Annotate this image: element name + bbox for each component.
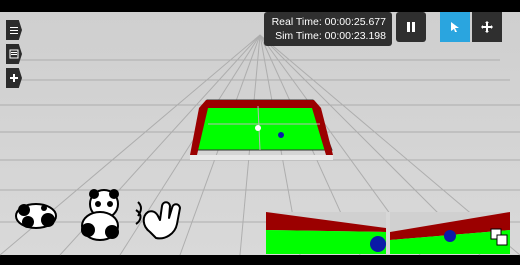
panel-icon: [9, 49, 19, 59]
panda-sitting-icon[interactable]: [72, 182, 130, 244]
panda-lying-icon[interactable]: [10, 192, 62, 234]
menu-tab[interactable]: [6, 20, 22, 40]
camera-view-left-canvas: [266, 212, 386, 254]
pause-icon: [407, 22, 415, 32]
robot-or-ball-white[interactable]: [255, 125, 261, 131]
move-mode-button[interactable]: [472, 12, 502, 42]
move-arrows-icon: [481, 21, 493, 33]
select-mode-button[interactable]: [440, 12, 470, 42]
waving-hand-icon[interactable]: [132, 194, 186, 244]
panel-tab[interactable]: [6, 44, 22, 64]
add-icon: [10, 74, 18, 82]
menu-icon: [10, 27, 18, 34]
emoji-strip[interactable]: [10, 182, 185, 252]
arena-front-edge: [190, 155, 333, 160]
simulator-viewport[interactable]: Real Time: 00:00:25.677 Sim Time: 00:00:…: [0, 0, 520, 265]
arena-wall-top: [199, 100, 321, 108]
camera-view-left[interactable]: [266, 212, 386, 254]
select-cursor-icon: [451, 22, 459, 32]
time-hud: Real Time: 00:00:25.677 Sim Time: 00:00:…: [264, 12, 392, 46]
pause-button[interactable]: [396, 12, 426, 42]
add-tab[interactable]: [6, 68, 22, 88]
sim-time-text: Sim Time: 00:00:23.198: [275, 30, 386, 42]
real-time-text: Real Time: 00:00:25.677: [271, 16, 386, 28]
left-tabs: [6, 20, 22, 92]
views-icon[interactable]: [490, 228, 508, 246]
ball-blue[interactable]: [278, 132, 284, 138]
